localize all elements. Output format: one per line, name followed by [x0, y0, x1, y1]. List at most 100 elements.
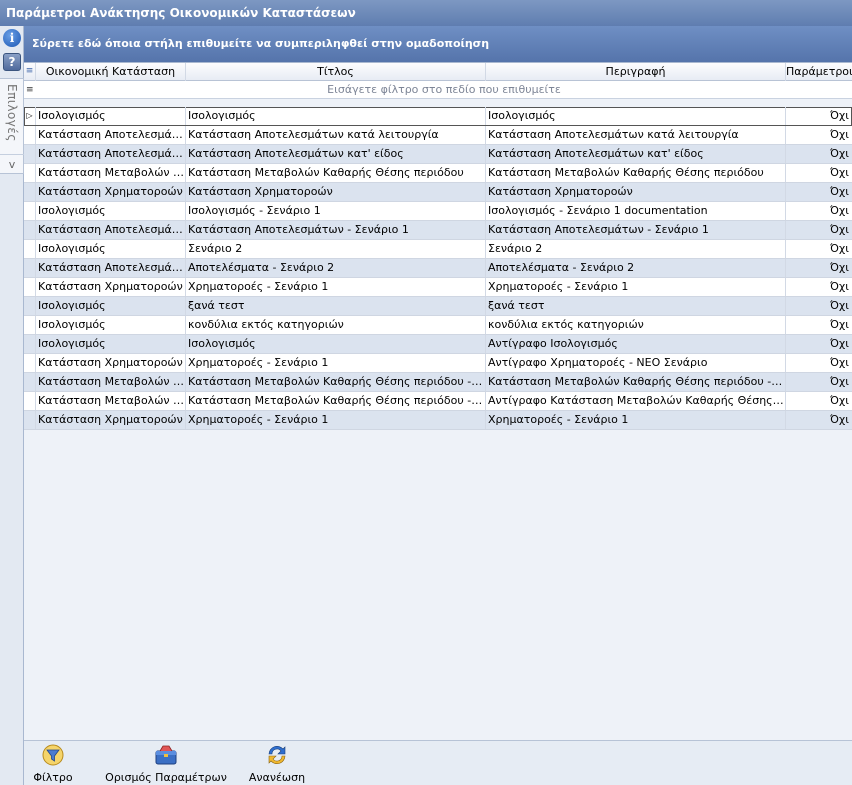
cell-description[interactable]: Κατάσταση Αποτελεσμάτων κατ' είδος	[486, 145, 786, 163]
row-indicator[interactable]	[24, 183, 36, 201]
row-indicator[interactable]	[24, 354, 36, 372]
table-row[interactable]: Κατάσταση Μεταβολών Καθαρής ΘέσηςΚατάστα…	[24, 164, 852, 183]
row-indicator[interactable]	[24, 278, 36, 296]
table-row[interactable]: Ισολογισμός ξανά τεστ ξανά τεστ Όχι	[24, 297, 852, 316]
cell-title[interactable]: Κατάσταση Αποτελεσμάτων - Σενάριο 1	[186, 221, 486, 239]
row-indicator[interactable]	[24, 202, 36, 220]
cell-parameters[interactable]: Όχι	[786, 411, 852, 429]
cell-statement[interactable]: Κατάσταση Χρηματοροών	[36, 411, 186, 429]
table-row[interactable]: Κατάσταση Αποτελεσμάτων Αποτελέσματα - Σε…	[24, 259, 852, 278]
cell-statement[interactable]: Ισολογισμός	[36, 316, 186, 334]
cell-title[interactable]: Κατάσταση Χρηματοροών	[186, 183, 486, 201]
row-indicator[interactable]	[24, 126, 36, 144]
filter-button[interactable]: Φίλτρο	[30, 743, 76, 784]
cell-parameters[interactable]: Όχι	[786, 126, 852, 144]
cell-statement[interactable]: Κατάσταση Χρηματοροών	[36, 354, 186, 372]
cell-parameters[interactable]: Όχι	[786, 297, 852, 315]
cell-statement[interactable]: Ισολογισμός	[36, 107, 186, 125]
cell-statement[interactable]: Κατάσταση Μεταβολών Καθαρής Θέσης	[36, 392, 186, 410]
cell-description[interactable]: Αντίγραφο Κατάσταση Μεταβολών Καθαρής Θέ…	[486, 392, 786, 410]
row-indicator[interactable]	[24, 297, 36, 315]
cell-statement[interactable]: Κατάσταση Αποτελεσμάτων	[36, 259, 186, 277]
define-parameters-button[interactable]: Ορισμός Παραμέτρων	[96, 743, 236, 784]
table-row[interactable]: Ισολογισμός Ισολογισμός - Σενάριο 1 Ισολογ…	[24, 202, 852, 221]
cell-description[interactable]: ξανά τεστ	[486, 297, 786, 315]
column-header-statement[interactable]: Οικονομική Κατάσταση	[36, 63, 186, 81]
cell-parameters[interactable]: Όχι	[786, 202, 852, 220]
table-row[interactable]: Κατάσταση Μεταβολών Καθαρής ΘέσηςΚατάστα…	[24, 373, 852, 392]
row-indicator[interactable]	[24, 145, 36, 163]
current-row-indicator-icon[interactable]: ▷	[24, 107, 36, 125]
cell-parameters[interactable]: Όχι	[786, 335, 852, 353]
cell-title[interactable]: κονδύλια εκτός κατηγοριών	[186, 316, 486, 334]
cell-description[interactable]: Κατάσταση Χρηματοροών	[486, 183, 786, 201]
table-row[interactable]: Ισολογισμός κονδύλια εκτός κατηγοριών κονδ…	[24, 316, 852, 335]
column-header-parameters[interactable]: Παράμετροι	[786, 63, 852, 81]
cell-statement[interactable]: Κατάσταση Αποτελεσμάτων	[36, 126, 186, 144]
cell-title[interactable]: Κατάσταση Μεταβολών Καθαρής Θέσης περιόδ…	[186, 373, 486, 391]
filter-row[interactable]: ≡ Εισάγετε φίλτρο στο πεδίο που επιθυμεί…	[24, 81, 852, 99]
cell-description[interactable]: Σενάριο 2	[486, 240, 786, 258]
cell-title[interactable]: Ισολογισμός - Σενάριο 1	[186, 202, 486, 220]
row-indicator[interactable]	[24, 392, 36, 410]
group-by-panel[interactable]: Σύρετε εδώ όποια στήλη επιθυμείτε να συμ…	[24, 26, 852, 62]
cell-title[interactable]: Σενάριο 2	[186, 240, 486, 258]
table-row[interactable]: Κατάσταση Αποτελεσμάτων Κατάσταση Αποτελε…	[24, 145, 852, 164]
cell-description[interactable]: Κατάσταση Αποτελεσμάτων - Σενάριο 1	[486, 221, 786, 239]
cell-description[interactable]: Χρηματοροές - Σενάριο 1	[486, 278, 786, 296]
row-indicator[interactable]	[24, 164, 36, 182]
cell-statement[interactable]: Ισολογισμός	[36, 202, 186, 220]
table-row[interactable]: Ισολογισμός Ισολογισμός Αντίγραφο Ισολογισ…	[24, 335, 852, 354]
row-indicator[interactable]	[24, 221, 36, 239]
cell-title[interactable]: Χρηματοροές - Σενάριο 1	[186, 278, 486, 296]
table-row[interactable]: Ισολογισμός Σενάριο 2 Σενάριο 2 Όχι	[24, 240, 852, 259]
cell-parameters[interactable]: Όχι	[786, 259, 852, 277]
row-indicator[interactable]	[24, 335, 36, 353]
table-row[interactable]: Κατάσταση Μεταβολών Καθαρής ΘέσηςΚατάστα…	[24, 392, 852, 411]
row-indicator[interactable]	[24, 316, 36, 334]
cell-parameters[interactable]: Όχι	[786, 183, 852, 201]
cell-statement[interactable]: Κατάσταση Μεταβολών Καθαρής Θέσης	[36, 373, 186, 391]
cell-parameters[interactable]: Όχι	[786, 164, 852, 182]
table-row[interactable]: ▷ Ισολογισμός Ισολογισμός Ισολογισμός Όχι	[24, 107, 852, 126]
cell-statement[interactable]: Κατάσταση Αποτελεσμάτων	[36, 145, 186, 163]
cell-parameters[interactable]: Όχι	[786, 221, 852, 239]
cell-title[interactable]: Χρηματοροές - Σενάριο 1	[186, 411, 486, 429]
cell-statement[interactable]: Κατάσταση Χρηματοροών	[36, 183, 186, 201]
cell-parameters[interactable]: Όχι	[786, 373, 852, 391]
cell-description[interactable]: Ισολογισμός	[486, 107, 786, 125]
cell-title[interactable]: Ισολογισμός	[186, 107, 486, 125]
row-indicator[interactable]	[24, 240, 36, 258]
info-icon[interactable]: i	[3, 29, 21, 47]
cell-parameters[interactable]: Όχι	[786, 107, 852, 125]
cell-statement[interactable]: Ισολογισμός	[36, 240, 186, 258]
column-header-title[interactable]: Τίτλος	[186, 63, 486, 81]
cell-title[interactable]: ξανά τεστ	[186, 297, 486, 315]
cell-parameters[interactable]: Όχι	[786, 240, 852, 258]
cell-title[interactable]: Κατάσταση Αποτελεσμάτων κατά λειτουργία	[186, 126, 486, 144]
cell-title[interactable]: Χρηματοροές - Σενάριο 1	[186, 354, 486, 372]
cell-parameters[interactable]: Όχι	[786, 392, 852, 410]
cell-description[interactable]: Κατάσταση Μεταβολών Καθαρής Θέσης περιόδ…	[486, 373, 786, 391]
table-row[interactable]: Κατάσταση Χρηματοροών Κατάσταση Χρηματορο…	[24, 183, 852, 202]
cell-description[interactable]: Κατάσταση Αποτελεσμάτων κατά λειτουργία	[486, 126, 786, 144]
column-chooser-icon[interactable]: ≡	[24, 63, 36, 81]
cell-title[interactable]: Κατάσταση Μεταβολών Καθαρής Θέσης περιόδ…	[186, 164, 486, 182]
table-row[interactable]: Κατάσταση Χρηματοροών Χρηματοροές - Σενάρ…	[24, 278, 852, 297]
cell-parameters[interactable]: Όχι	[786, 145, 852, 163]
cell-statement[interactable]: Κατάσταση Χρηματοροών	[36, 278, 186, 296]
chevron-down-icon[interactable]: v	[0, 154, 24, 174]
refresh-button[interactable]: Ανανέωση	[246, 743, 308, 784]
cell-description[interactable]: Αποτελέσματα - Σενάριο 2	[486, 259, 786, 277]
cell-statement[interactable]: Κατάσταση Αποτελεσμάτων	[36, 221, 186, 239]
cell-title[interactable]: Αποτελέσματα - Σενάριο 2	[186, 259, 486, 277]
cell-title[interactable]: Κατάσταση Μεταβολών Καθαρής Θέσης περιόδ…	[186, 392, 486, 410]
column-header-description[interactable]: Περιγραφή	[486, 63, 786, 81]
cell-title[interactable]: Κατάσταση Αποτελεσμάτων κατ' είδος	[186, 145, 486, 163]
table-row[interactable]: Κατάσταση Αποτελεσμάτων Κατάσταση Αποτελε…	[24, 221, 852, 240]
row-indicator[interactable]	[24, 373, 36, 391]
cell-parameters[interactable]: Όχι	[786, 316, 852, 334]
table-row[interactable]: Κατάσταση Χρηματοροών Χρηματοροές - Σενάρ…	[24, 411, 852, 430]
cell-description[interactable]: Αντίγραφο Χρηματοροές - ΝΕΟ Σενάριο	[486, 354, 786, 372]
cell-parameters[interactable]: Όχι	[786, 278, 852, 296]
